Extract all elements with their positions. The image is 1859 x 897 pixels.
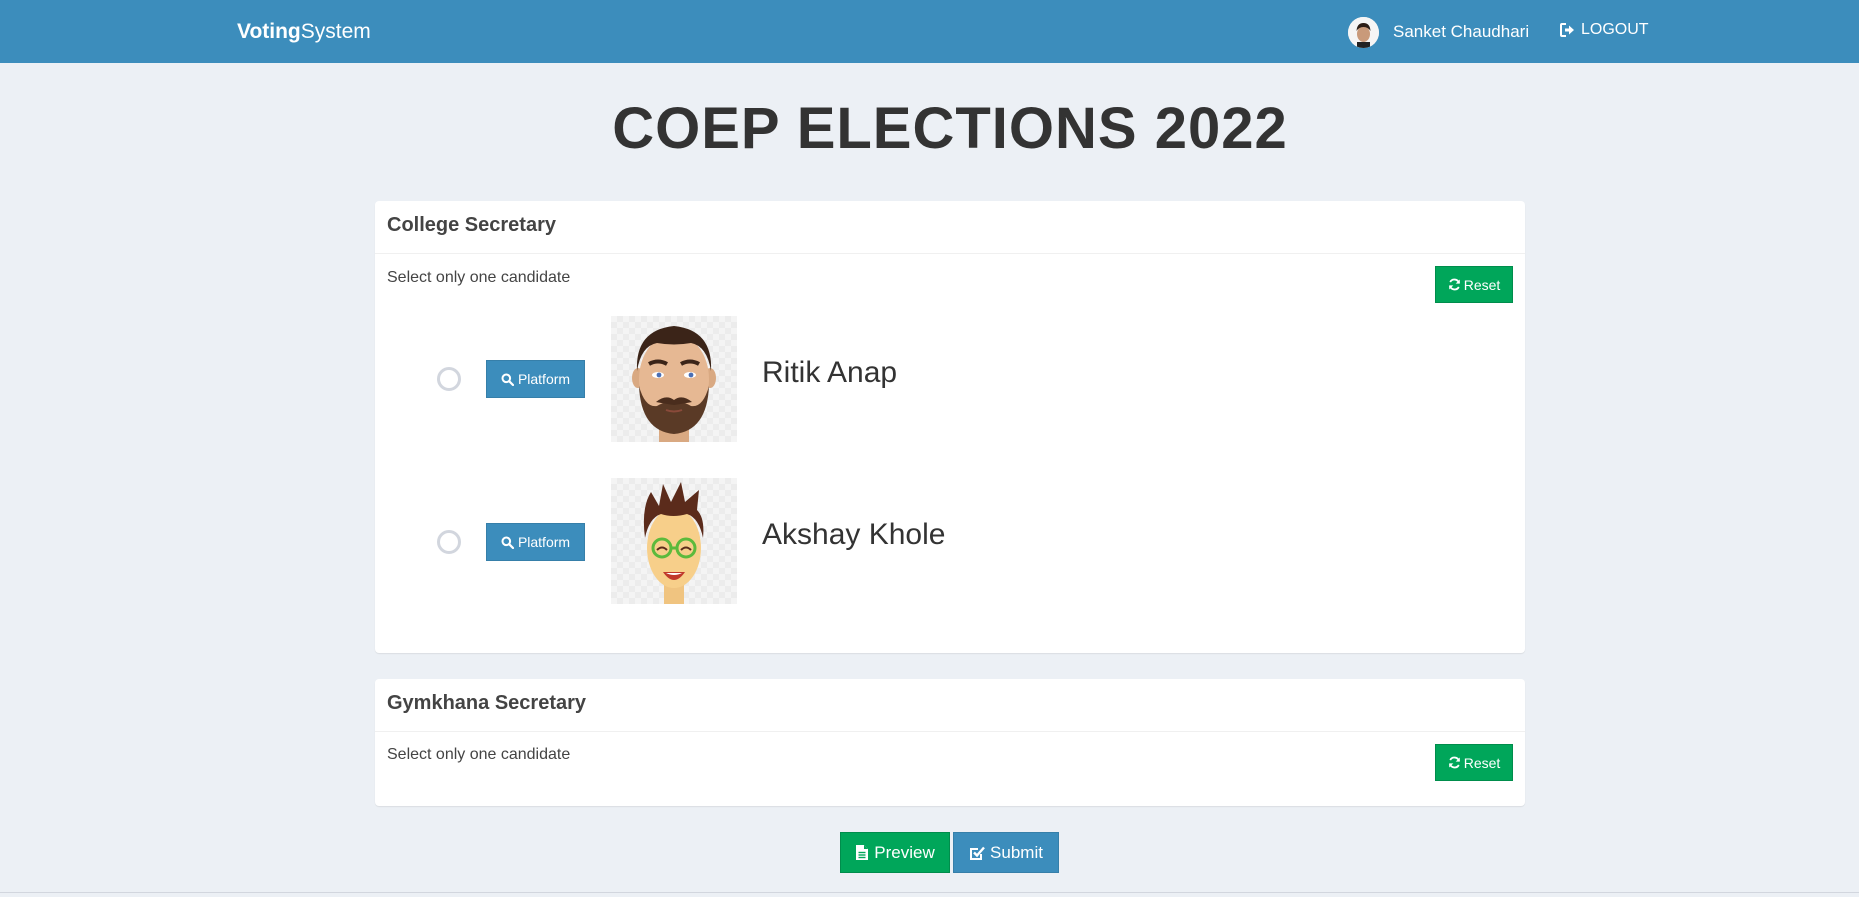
box-header: Gymkhana Secretary — [375, 679, 1525, 732]
instruction-text: Select only one candidate — [387, 746, 571, 763]
logout-label: LOGOUT — [1581, 21, 1649, 38]
check-square-icon — [970, 846, 985, 860]
logout-link[interactable]: LOGOUT — [1560, 21, 1649, 39]
footer-divider — [0, 892, 1859, 893]
reset-label: Reset — [1463, 276, 1501, 293]
refresh-icon — [1448, 756, 1460, 769]
position-box-college-secretary: College Secretary Select only one candid… — [375, 201, 1525, 653]
candidate-name: Akshay Khole — [762, 518, 946, 551]
file-text-icon — [856, 845, 869, 860]
brand-logo[interactable]: VotingSystem — [237, 19, 371, 45]
candidate-name: Ritik Anap — [762, 356, 898, 389]
reset-button[interactable]: Reset — [1435, 744, 1513, 781]
position-title: College Secretary — [387, 214, 556, 236]
submit-button[interactable]: Submit — [953, 832, 1059, 873]
brand-rest: System — [300, 20, 371, 43]
refresh-icon — [1448, 278, 1460, 291]
box-header: College Secretary — [375, 201, 1525, 254]
sign-out-icon — [1560, 23, 1574, 37]
position-box-gymkhana-secretary: Gymkhana Secretary Select only one candi… — [375, 679, 1525, 806]
candidate-photo — [611, 478, 737, 604]
preview-button[interactable]: Preview — [840, 832, 950, 873]
search-icon — [501, 536, 514, 549]
instruction-text: Select only one candidate — [387, 269, 571, 286]
candidate-radio[interactable] — [437, 367, 461, 391]
brand-bold: Voting — [237, 20, 301, 43]
preview-label: Preview — [874, 842, 935, 862]
reset-button[interactable]: Reset — [1435, 266, 1513, 303]
top-navbar: VotingSystem Sanket Chaudhari LOGOUT — [0, 0, 1859, 63]
platform-button[interactable]: Platform — [486, 360, 585, 398]
candidate-row: Platform Akshay Khole — [375, 478, 1525, 604]
candidate-row: Platform Ritik Anap — [375, 316, 1525, 442]
user-menu[interactable]: Sanket Chaudhari — [1348, 16, 1529, 48]
candidate-photo — [611, 316, 737, 442]
platform-label: Platform — [517, 371, 571, 387]
search-icon — [501, 373, 514, 386]
page-title: COEP ELECTIONS 2022 — [612, 96, 1288, 161]
candidate-radio[interactable] — [437, 530, 461, 554]
position-title: Gymkhana Secretary — [387, 692, 587, 714]
platform-button[interactable]: Platform — [486, 523, 585, 561]
user-name: Sanket Chaudhari — [1393, 22, 1530, 41]
user-avatar — [1348, 16, 1379, 48]
reset-label: Reset — [1463, 754, 1501, 771]
platform-label: Platform — [517, 534, 571, 550]
submit-label: Submit — [990, 842, 1043, 862]
